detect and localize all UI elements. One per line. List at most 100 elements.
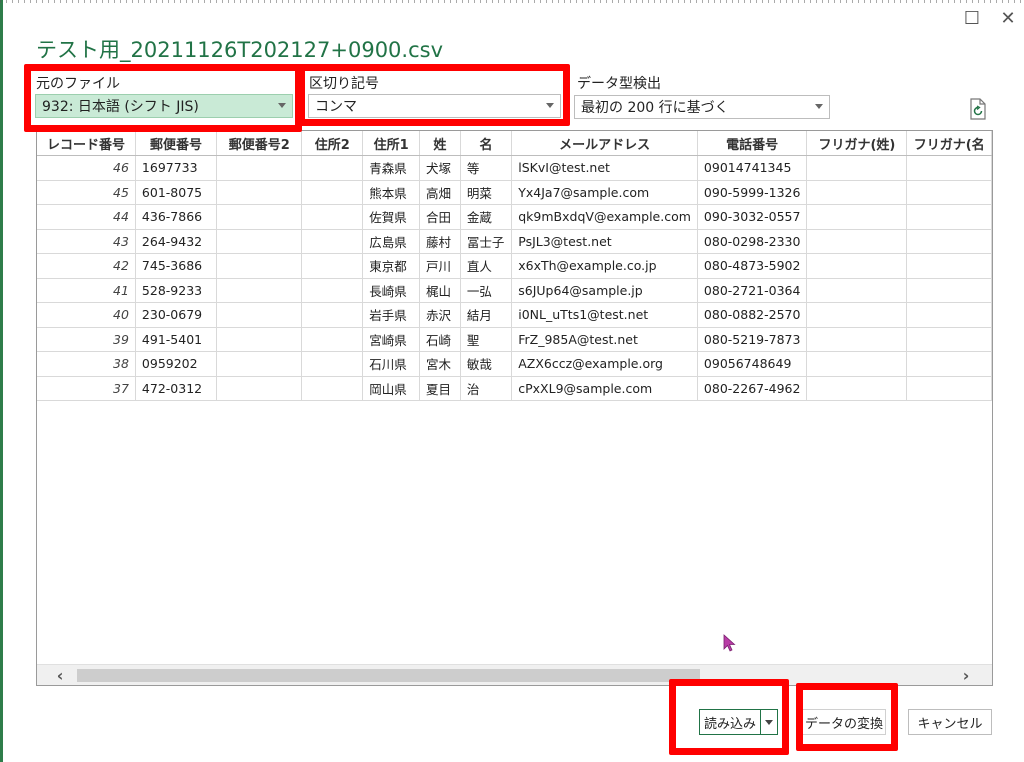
table-cell <box>216 351 303 377</box>
cancel-button[interactable]: キャンセル <box>908 709 992 735</box>
table-cell <box>906 229 992 254</box>
table-cell: 080-4873-5902 <box>697 253 808 279</box>
table-cell <box>906 327 992 352</box>
horizontal-scrollbar[interactable]: ‹ › <box>37 664 992 685</box>
column-header[interactable]: 郵便番号 <box>135 131 218 156</box>
table-cell: 岡山県 <box>362 376 420 401</box>
table-cell <box>806 155 908 181</box>
scroll-left-icon[interactable]: ‹ <box>45 665 75 686</box>
maximize-icon[interactable]: ☐ <box>958 6 986 30</box>
scroll-right-icon[interactable]: › <box>951 665 981 686</box>
table-row: 43 264-9432 広島県 藤村 冨士子 PsJL3@test.net 080-0298… <box>37 229 992 254</box>
table-cell <box>216 229 303 254</box>
table-cell: 080-0882-2570 <box>697 302 808 328</box>
table-cell: s6JUp64@sample.jp <box>511 278 698 303</box>
column-header[interactable]: メールアドレス <box>511 131 698 156</box>
table-cell: 長崎県 <box>362 278 420 303</box>
table-cell <box>806 376 908 401</box>
data-preview-table: レコード番号 郵便番号 郵便番号2 住所2 住所1 姓名メールアドレス 電話番号 フリガナ(姓… <box>37 131 992 401</box>
table-cell <box>806 351 908 377</box>
table-cell: 38 <box>37 351 136 377</box>
table-cell: 冨士子 <box>460 229 513 254</box>
table-cell <box>301 253 364 279</box>
table-cell <box>906 204 992 230</box>
table-cell: lSKvI@test.net <box>511 155 698 181</box>
table-row: 41 528-9233 長崎県 梶山 一弘 s6JUp64@sample.jp 080-27… <box>37 278 992 303</box>
table-cell <box>806 204 908 230</box>
table-cell: 戸川 <box>419 253 461 279</box>
highlight-box-delimiter <box>298 64 570 126</box>
table-cell <box>216 155 303 181</box>
table-cell <box>806 327 908 352</box>
table-cell: 745-3686 <box>135 253 218 279</box>
table-cell: qk9mBxdqV@example.com <box>511 204 698 230</box>
column-header[interactable]: 郵便番号2 <box>216 131 303 156</box>
table-cell <box>216 180 303 205</box>
table-cell: 佐賀県 <box>362 204 420 230</box>
datatype-detection-label: データ型検出 <box>577 76 661 92</box>
table-cell <box>301 302 364 328</box>
table-cell: 赤沢 <box>419 302 461 328</box>
column-header[interactable]: 名 <box>460 131 513 156</box>
table-cell <box>906 253 992 279</box>
table-cell <box>216 327 303 352</box>
table-cell: 080-5219-7873 <box>697 327 808 352</box>
table-cell: 1697733 <box>135 155 218 181</box>
table-cell <box>216 278 303 303</box>
table-cell: 39 <box>37 327 136 352</box>
table-cell: 犬塚 <box>419 155 461 181</box>
column-header[interactable]: 電話番号 <box>697 131 808 156</box>
table-cell <box>216 253 303 279</box>
table-cell <box>301 278 364 303</box>
table-cell: PsJL3@test.net <box>511 229 698 254</box>
table-cell <box>301 229 364 254</box>
table-cell <box>906 376 992 401</box>
column-header[interactable]: フリガナ(名 <box>906 131 992 156</box>
table-cell: 45 <box>37 180 136 205</box>
table-row: 42 745-3686 東京都 戸川 直人 x6xTh@example.co.jp 080-… <box>37 253 992 279</box>
table-cell <box>906 351 992 377</box>
close-icon[interactable]: ✕ <box>994 6 1022 30</box>
table-cell: 宮木 <box>419 351 461 377</box>
table-cell: cPxXL9@sample.com <box>511 376 698 401</box>
refresh-icon[interactable] <box>968 98 988 120</box>
table-cell <box>301 376 364 401</box>
table-cell: 東京都 <box>362 253 420 279</box>
table-cell: 青森県 <box>362 155 420 181</box>
chevron-down-icon <box>815 104 823 109</box>
table-cell <box>301 155 364 181</box>
column-header[interactable]: 住所2 <box>301 131 364 156</box>
table-cell: 聖 <box>460 327 513 352</box>
table-cell: 43 <box>37 229 136 254</box>
table-cell <box>806 302 908 328</box>
datatype-detection-dropdown[interactable]: 最初の 200 行に基づく <box>574 95 830 119</box>
table-cell: 436-7866 <box>135 204 218 230</box>
table-cell: 080-2267-4962 <box>697 376 808 401</box>
column-header[interactable]: レコード番号 <box>37 131 136 156</box>
table-cell: 41 <box>37 278 136 303</box>
column-header[interactable]: フリガナ(姓) <box>806 131 908 156</box>
table-cell <box>301 180 364 205</box>
data-preview-grid[interactable]: レコード番号 郵便番号 郵便番号2 住所2 住所1 姓名メールアドレス 電話番号 フリガナ(姓… <box>36 130 993 686</box>
column-header[interactable]: 住所1 <box>362 131 420 156</box>
table-cell: 石川県 <box>362 351 420 377</box>
table-cell <box>906 180 992 205</box>
table-cell: x6xTh@example.co.jp <box>511 253 698 279</box>
table-cell: 等 <box>460 155 513 181</box>
table-cell <box>806 278 908 303</box>
table-cell: 080-2721-0364 <box>697 278 808 303</box>
table-cell: 広島県 <box>362 229 420 254</box>
table-cell: 合田 <box>419 204 461 230</box>
table-cell: 601-8075 <box>135 180 218 205</box>
table-cell: 472-0312 <box>135 376 218 401</box>
table-cell: Yx4Ja7@sample.com <box>511 180 698 205</box>
table-cell: 熊本県 <box>362 180 420 205</box>
table-cell: 230-0679 <box>135 302 218 328</box>
table-cell: 一弘 <box>460 278 513 303</box>
table-cell <box>806 253 908 279</box>
table-cell: 0959202 <box>135 351 218 377</box>
column-header[interactable]: 姓 <box>419 131 461 156</box>
scrollbar-thumb[interactable] <box>77 669 700 682</box>
table-cell <box>806 180 908 205</box>
table-cell: 高畑 <box>419 180 461 205</box>
